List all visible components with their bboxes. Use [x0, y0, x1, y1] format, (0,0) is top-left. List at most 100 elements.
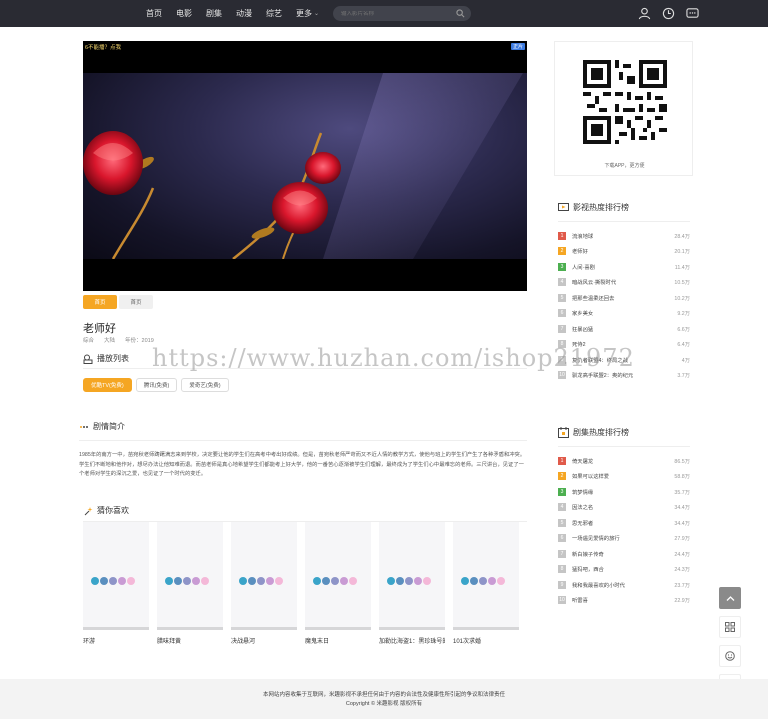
rank-item[interactable]: 2 老师好 20.1万: [558, 244, 690, 260]
tv-icon: [558, 203, 569, 211]
recommend-title[interactable]: 决战悬河: [231, 636, 297, 645]
rank-number-badge: 6: [558, 309, 566, 318]
smile-icon: [725, 651, 735, 661]
nav-movie-label: 电影: [176, 9, 192, 18]
grid-button[interactable]: [719, 616, 741, 638]
rank-item[interactable]: 3 筑梦情缘 35.7万: [558, 484, 690, 500]
grid-icon: [725, 622, 735, 632]
nav-series-label: 剧集: [206, 9, 222, 18]
rank-item-title[interactable]: 听雷喜: [572, 596, 674, 604]
recommend-title[interactable]: 腊味拜黄: [157, 636, 223, 645]
recommend-card[interactable]: 魔鬼末日: [305, 522, 371, 645]
nav-home-label: 首页: [146, 9, 162, 18]
rank-number-badge: 10: [558, 596, 566, 605]
guess-heading: 猜你喜欢: [83, 505, 129, 516]
recommend-title[interactable]: 魔鬼末日: [305, 636, 371, 645]
rank-item-title[interactable]: 家乡美女: [572, 309, 677, 317]
rank-item[interactable]: 4 因法之名 34.4万: [558, 500, 690, 516]
rank-item[interactable]: 6 家乡美女 9.2万: [558, 306, 690, 322]
episode-button-2[interactable]: 腾讯(免费): [135, 378, 178, 392]
recommend-title[interactable]: 101次求婚: [453, 636, 519, 645]
rank-item-title[interactable]: 狂暴凶猛: [572, 325, 677, 333]
rank-number-badge: 5: [558, 518, 566, 527]
recommend-card[interactable]: 加勒比海盗1：黑珍珠号的诅咒: [379, 522, 445, 645]
rank-item[interactable]: 6 一场遇见爱情的旅行 27.9万: [558, 531, 690, 547]
episode-button-1[interactable]: 优酷TV(免费): [83, 378, 132, 392]
recommend-title[interactable]: 加勒比海盗1：黑珍珠号的诅咒: [379, 636, 445, 645]
nav-more-label: 更多: [296, 9, 312, 18]
rank-number-badge: 5: [558, 293, 566, 302]
recommend-card[interactable]: 决战悬河: [231, 522, 297, 645]
rank-item-title[interactable]: 如果可以这样爱: [572, 472, 674, 480]
rank-item[interactable]: 8 猛犸吧，西合 24.3万: [558, 562, 690, 578]
video-frame-image: [83, 73, 523, 260]
rank-number-badge: 9: [558, 580, 566, 589]
episode-button-3[interactable]: 爱奇艺(免费): [181, 378, 229, 392]
rank-item[interactable]: 7 狂暴凶猛 6.6万: [558, 321, 690, 337]
rank-item[interactable]: 9 我和我最喜欢的小时代 23.7万: [558, 577, 690, 593]
rank-item-title[interactable]: 筑梦情缘: [572, 488, 674, 496]
feedback-button[interactable]: [719, 645, 741, 667]
rank-item[interactable]: 10 听雷喜 22.9万: [558, 593, 690, 609]
recommend-card[interactable]: 环游: [83, 522, 149, 645]
player-help-link[interactable]: 6不能播？点我: [85, 43, 121, 51]
poster-placeholder: [231, 522, 297, 630]
rank-item-title[interactable]: 人间·喜剧: [572, 263, 675, 271]
nav-series[interactable]: 剧集: [206, 8, 222, 19]
recommend-card[interactable]: 腊味拜黄: [157, 522, 223, 645]
movie-rank-heading: 影视热度排行榜: [558, 200, 690, 214]
rank-item-title[interactable]: 因法之名: [572, 503, 674, 511]
search-input[interactable]: [341, 10, 451, 17]
loading-dots: [239, 577, 283, 585]
divider: [79, 440, 527, 441]
recommend-card[interactable]: 101次求婚: [453, 522, 519, 645]
poster-placeholder: [453, 522, 519, 630]
meta-genre: 综合: [83, 338, 95, 344]
rank-item-title[interactable]: 暗战风云·撕裂时代: [572, 278, 674, 286]
rank-item-views: 34.4万: [674, 520, 690, 527]
rank-item-title[interactable]: 我和我最喜欢的小时代: [572, 581, 674, 589]
rank-item[interactable]: 1 流浪地球 28.4万: [558, 228, 690, 244]
rank-item[interactable]: 7 新白娘子传奇 24.4万: [558, 546, 690, 562]
rank-item-title[interactable]: 把那些温柔还回去: [572, 294, 674, 302]
back-to-top-button[interactable]: [719, 587, 741, 609]
recommend-title[interactable]: 环游: [83, 636, 149, 645]
message-icon[interactable]: [686, 7, 699, 20]
nav-home[interactable]: 首页: [146, 8, 162, 19]
nav-movie[interactable]: 电影: [176, 8, 192, 19]
rank-item[interactable]: 3 人间·喜剧 11.4万: [558, 259, 690, 275]
chevron-down-icon: ⌄: [314, 11, 320, 17]
video-player[interactable]: 6不能播？点我 正片: [83, 41, 527, 291]
source-tab-2[interactable]: 首页: [119, 295, 153, 309]
qr-code: [583, 60, 667, 144]
sparkle-icon: [84, 506, 93, 515]
nav-anime[interactable]: 动漫: [236, 8, 252, 19]
drama-rank-list: 1 倚天屠龙 86.5万 2 如果可以这样爱 58.8万 3 筑梦情缘 35.7万 4 因法之名 34…: [558, 453, 690, 608]
user-icon[interactable]: [638, 7, 651, 20]
rank-item-title[interactable]: 猛犸吧，西合: [572, 565, 674, 573]
rank-item-title[interactable]: 思无邪者: [572, 519, 674, 527]
video-meta: 综合 大陆 年份：2019: [83, 336, 154, 344]
rank-number-badge: 3: [558, 262, 566, 271]
rank-item-views: 58.8万: [674, 474, 690, 481]
rank-item-title[interactable]: 驯龙高手联盟2：奥的纪元: [572, 371, 677, 379]
rank-item-title[interactable]: 老师好: [572, 247, 674, 255]
source-tab-1[interactable]: 首页: [83, 295, 117, 309]
history-clock-icon[interactable]: [662, 7, 675, 20]
rank-item-title[interactable]: 一场遇见爱情的旅行: [572, 534, 674, 542]
rank-item[interactable]: 5 把那些温柔还回去 10.2万: [558, 290, 690, 306]
rank-item[interactable]: 2 如果可以这样爱 58.8万: [558, 469, 690, 485]
footer-disclaimer: 本网站内容收集于互联网，米趣影视不承担任何由于内容的合法性及健康性所引起的争议和…: [262, 692, 505, 698]
rank-item[interactable]: 4 暗战风云·撕裂时代 10.5万: [558, 275, 690, 291]
nav-more[interactable]: 更多 ⌄: [296, 8, 319, 19]
intro-text: 1985年的南方一中，苗宛秋老师踌躇满志来到学校，决定要让他的学生们在高考中考出…: [79, 452, 526, 477]
rank-item[interactable]: 1 倚天屠龙 86.5万: [558, 453, 690, 469]
rank-item-views: 34.4万: [674, 505, 690, 512]
rank-item[interactable]: 5 思无邪者 34.4万: [558, 515, 690, 531]
rank-item-title[interactable]: 新白娘子传奇: [572, 550, 674, 558]
nav-variety[interactable]: 综艺: [266, 8, 282, 19]
rank-item-title[interactable]: 流浪地球: [572, 232, 674, 240]
episode-list: 优酷TV(免费) 腾讯(免费) 爱奇艺(免费): [83, 378, 229, 392]
rank-item-title[interactable]: 倚天屠龙: [572, 457, 674, 465]
search-icon[interactable]: [456, 9, 465, 18]
